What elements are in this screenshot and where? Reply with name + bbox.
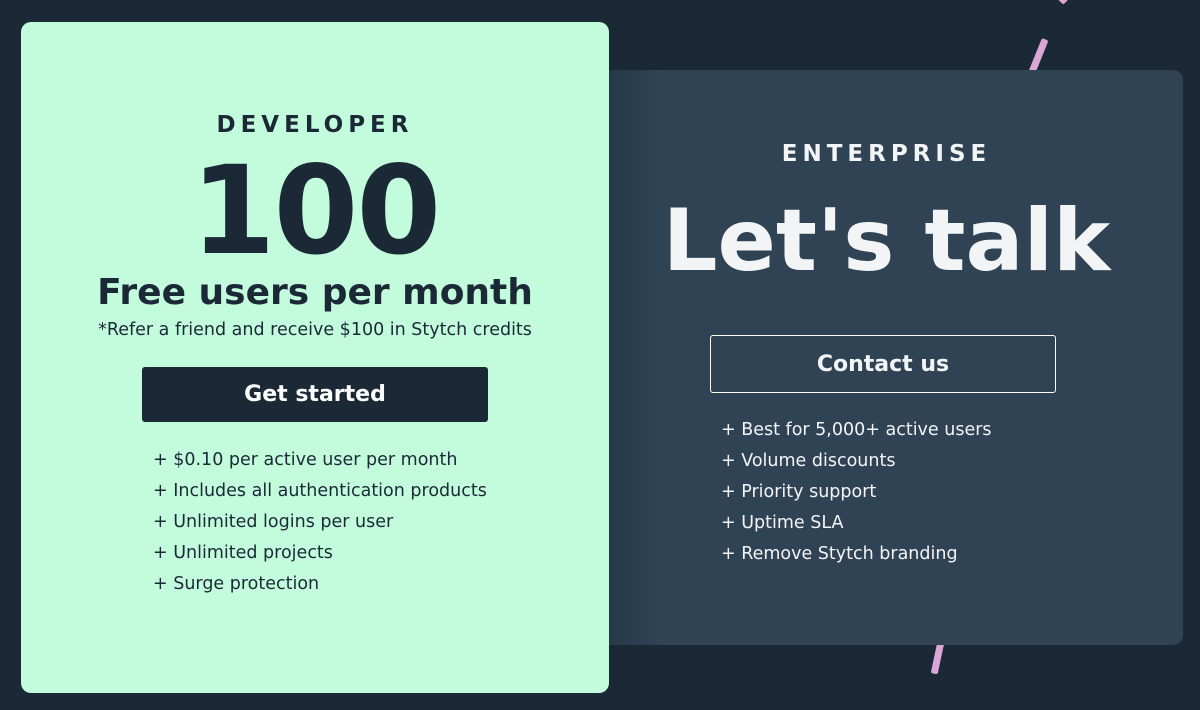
get-started-button[interactable]: Get started [142,367,488,422]
developer-feature-list: + $0.10 per active user per month + Incl… [153,445,487,600]
plan-subtitle: Free users per month [97,272,533,313]
developer-plan-card: DEVELOPER 100 Free users per month *Refe… [21,22,609,693]
feature-item: + $0.10 per active user per month [153,450,458,470]
plan-price: 100 [190,140,442,282]
feature-item: + Best for 5,000+ active users [721,420,992,440]
feature-item: + Uptime SLA [721,513,844,533]
plan-title: Let's talk [662,191,1111,291]
feature-item: + Unlimited logins per user [153,512,394,532]
enterprise-feature-list: + Best for 5,000+ active users + Volume … [721,415,992,570]
feature-item: + Surge protection [153,574,320,594]
feature-item: + Volume discounts [721,451,896,471]
plan-label: DEVELOPER [216,112,414,138]
feature-item: + Remove Stytch branding [721,544,958,564]
decorative-stripe [1054,0,1069,5]
decorative-stripe [930,641,945,675]
feature-item: + Includes all authentication products [153,481,487,501]
decorative-stripe [1028,37,1049,75]
contact-us-button[interactable]: Contact us [710,335,1056,393]
plan-label: ENTERPRISE [781,141,992,167]
enterprise-plan-card: ENTERPRISE Let's talk Contact us + Best … [590,70,1183,645]
referral-note: *Refer a friend and receive $100 in Styt… [98,320,532,340]
feature-item: + Priority support [721,482,877,502]
feature-item: + Unlimited projects [153,543,333,563]
